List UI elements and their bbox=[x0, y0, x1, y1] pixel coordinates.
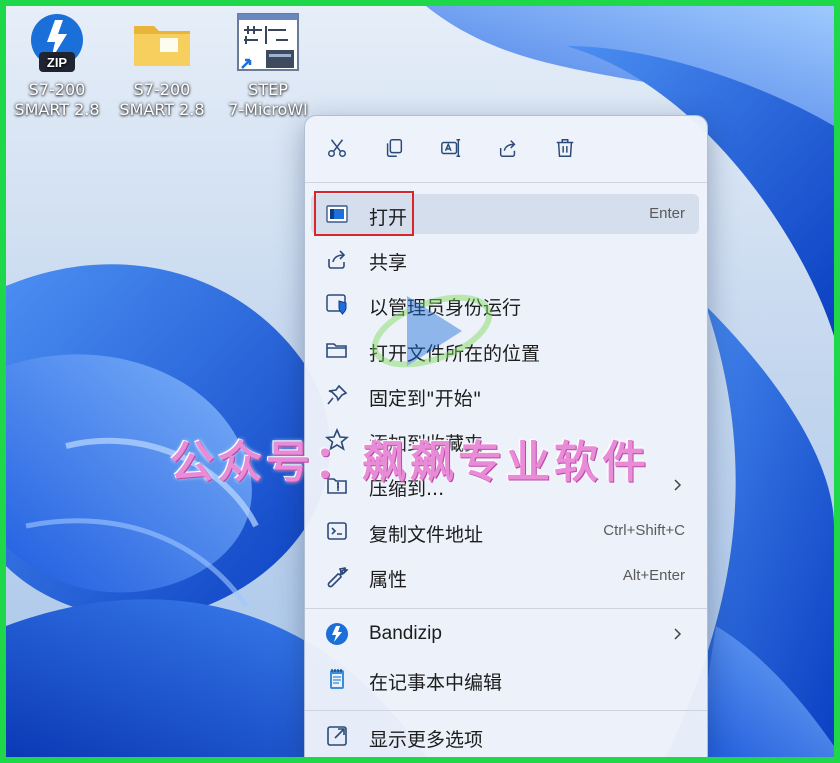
star-icon bbox=[324, 427, 350, 452]
copy-icon bbox=[386, 139, 403, 157]
delete-button[interactable] bbox=[547, 130, 583, 166]
cut-button[interactable] bbox=[319, 130, 355, 166]
folder-icon bbox=[130, 12, 194, 76]
menu-item-properties[interactable]: 属性 Alt+Enter bbox=[311, 556, 699, 596]
step7-microwin-icon bbox=[236, 12, 300, 76]
menu-item-label: 在记事本中编辑 bbox=[369, 672, 503, 694]
menu-separator bbox=[305, 608, 707, 609]
menu-item-label: 属性 bbox=[369, 569, 408, 591]
menu-separator bbox=[305, 182, 707, 183]
svg-text:ZIP: ZIP bbox=[47, 55, 68, 70]
desktop-icon-label: SMART 2.8 bbox=[14, 100, 100, 119]
menu-item-open-location[interactable]: 打开文件所在的位置 bbox=[311, 330, 699, 370]
context-menu: 打开 Enter 共享 以管理员身份运行 打开文件所在的位置 固定到"开始" 添… bbox=[304, 115, 708, 757]
menu-item-shortcut: Alt+Enter bbox=[622, 567, 685, 584]
menu-item-compress[interactable]: 压缩到... bbox=[311, 465, 699, 505]
shield-icon bbox=[325, 292, 349, 316]
wrench-icon bbox=[325, 564, 349, 588]
rename-icon bbox=[441, 139, 461, 157]
chevron-right-icon bbox=[669, 626, 685, 642]
menu-item-label: 共享 bbox=[369, 252, 408, 274]
menu-item-edit-notepad[interactable]: 在记事本中编辑 bbox=[311, 659, 699, 699]
menu-item-show-more-options[interactable]: 显示更多选项 bbox=[311, 716, 699, 756]
menu-item-label: 显示更多选项 bbox=[369, 729, 484, 751]
menu-item-shortcut: Enter bbox=[649, 205, 685, 222]
share-icon bbox=[325, 247, 349, 271]
menu-item-label: Bandizip bbox=[369, 623, 442, 644]
menu-item-run-as-admin[interactable]: 以管理员身份运行 bbox=[311, 284, 699, 324]
zip-archive-icon: ZIP bbox=[25, 12, 89, 76]
desktop-icon-label: S7-200 bbox=[133, 80, 191, 99]
desktop-icon-zip[interactable]: ZIP S7-200 SMART 2.8 bbox=[7, 12, 107, 120]
compress-icon bbox=[325, 473, 349, 497]
copy-path-icon bbox=[325, 519, 349, 543]
pin-icon bbox=[325, 383, 349, 407]
menu-item-label: 打开文件所在的位置 bbox=[369, 343, 541, 365]
folder-icon bbox=[325, 338, 349, 362]
menu-item-label: 固定到"开始" bbox=[369, 388, 482, 410]
copy-button[interactable] bbox=[376, 130, 412, 166]
notepad-icon bbox=[325, 667, 349, 691]
desktop-icon-label: S7-200 bbox=[28, 80, 86, 99]
highlight-box bbox=[314, 191, 414, 236]
menu-item-bandizip[interactable]: Bandizip bbox=[311, 614, 699, 654]
context-menu-toolbar bbox=[305, 116, 707, 180]
desktop-icon-label: 7-MicroWI bbox=[228, 100, 308, 119]
share-icon bbox=[499, 140, 516, 157]
desktop-icon-label: STEP bbox=[248, 80, 288, 99]
menu-item-pin-to-start[interactable]: 固定到"开始" bbox=[311, 375, 699, 415]
menu-item-label: 添加到收藏夹 bbox=[369, 433, 484, 455]
menu-item-share[interactable]: 共享 bbox=[311, 239, 699, 279]
share-button[interactable] bbox=[490, 130, 526, 166]
menu-item-shortcut: Ctrl+Shift+C bbox=[603, 522, 685, 539]
menu-item-label: 复制文件地址 bbox=[369, 524, 484, 546]
menu-separator bbox=[305, 710, 707, 711]
screenshot-frame: ZIP S7-200 SMART 2.8 S7-200 SMART 2.8 ST… bbox=[0, 0, 840, 763]
desktop-icon-folder[interactable]: S7-200 SMART 2.8 bbox=[112, 12, 212, 120]
rename-button[interactable] bbox=[433, 130, 469, 166]
chevron-right-icon bbox=[669, 477, 685, 493]
menu-item-copy-path[interactable]: 复制文件地址 Ctrl+Shift+C bbox=[311, 511, 699, 551]
cut-icon bbox=[328, 139, 346, 157]
delete-icon bbox=[556, 139, 574, 157]
more-options-icon bbox=[325, 724, 349, 748]
desktop-icon-step7[interactable]: STEP 7-MicroWI bbox=[218, 12, 318, 120]
bandizip-icon bbox=[325, 622, 349, 646]
menu-item-label: 以管理员身份运行 bbox=[369, 297, 522, 319]
desktop-icon-label: SMART 2.8 bbox=[119, 100, 205, 119]
menu-item-label: 压缩到... bbox=[369, 478, 445, 500]
menu-item-add-favorites[interactable]: 添加到收藏夹 bbox=[311, 420, 699, 460]
